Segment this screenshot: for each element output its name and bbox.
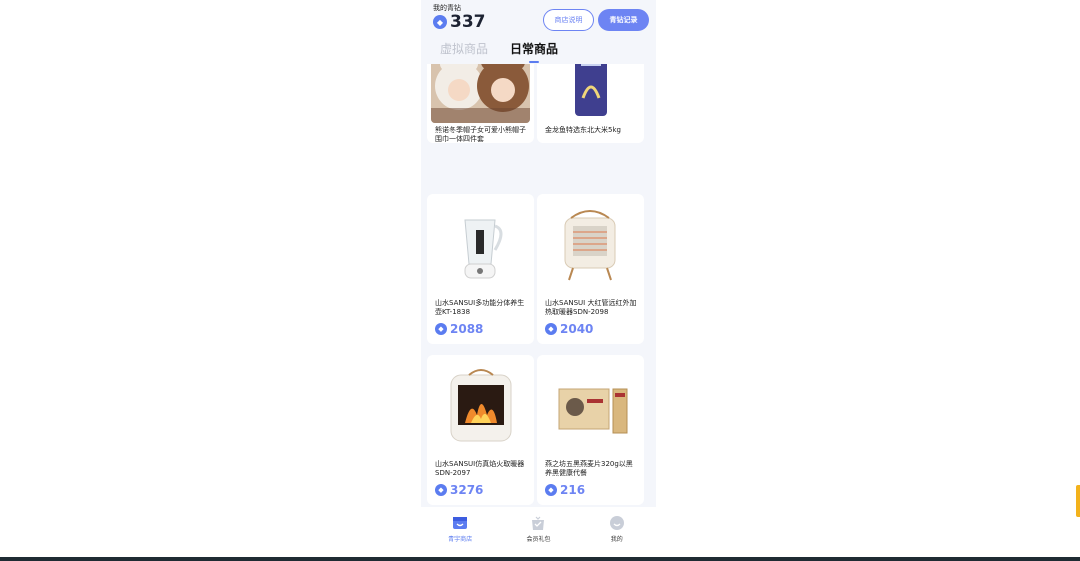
category-tabs: 虚拟商品 日常商品 [440, 40, 558, 63]
profile-icon [609, 516, 624, 530]
product-price: 3276 [450, 483, 484, 497]
tab-store-label: 青宇商店 [448, 536, 473, 543]
product-card[interactable]: 燕之坊五黑燕麦片320g以黑养黑健康代餐 ◆ 216 [537, 355, 644, 505]
product-card[interactable]: 山水SANSUI多功能分体养生壶KT-1838 ◆ 2088 [427, 194, 534, 344]
price-row: ◆ 216 [545, 483, 585, 497]
price-row: ◆ 2088 [435, 322, 483, 336]
diamond-coin-icon: ◆ [435, 323, 447, 335]
tab-gift[interactable]: 会员礼包 [508, 515, 568, 543]
product-name: 燕之坊五黑燕麦片320g以黑养黑健康代餐 [545, 460, 633, 477]
tab-virtual-goods[interactable]: 虚拟商品 [440, 40, 488, 57]
product-name: 金龙鱼特选东北大米5kg [545, 126, 621, 134]
product-price: 2088 [450, 322, 484, 336]
tab-profile-label: 我的 [610, 536, 623, 543]
diamond-coin-icon: ◆ [545, 323, 557, 335]
product-name: 山水SANSUI仿真焰火取暖器 SDN-2097 [435, 460, 525, 477]
diamond-coin-icon: ◆ [435, 484, 447, 496]
product-card[interactable]: 山水SANSUI 大红管远红外加热取暖器SDN-2098 ◆ 2040 [537, 194, 644, 344]
tab-daily-goods[interactable]: 日常商品 [510, 40, 558, 63]
records-button[interactable]: 青钻记录 [598, 9, 649, 31]
oatmeal-box-photo [541, 359, 640, 455]
product-name: 山水SANSUI 大红管远红外加热取暖器SDN-2098 [545, 299, 637, 316]
product-name: 熊诺冬季帽子女可爱小熊帽子围巾一体四件套 [435, 126, 526, 143]
tab-gift-label: 会员礼包 [526, 536, 551, 543]
product-price: 216 [560, 483, 586, 497]
bottom-tab-bar: 青宇商店 会员礼包 我的 [421, 507, 656, 557]
diamond-coin-icon: ◆ [545, 484, 557, 496]
header: 我的青钻 ◆ 337 商店说明 青钻记录 虚拟商品 日常商品 [421, 0, 656, 64]
fireplace-heater-photo [431, 359, 530, 455]
diamond-coin-icon: ◆ [433, 15, 447, 29]
tab-profile[interactable]: 我的 [587, 515, 647, 543]
balance-row: ◆ 337 [433, 12, 486, 32]
phone-screen: 我的青钻 ◆ 337 商店说明 青钻记录 虚拟商品 日常商品 熊诺冬季帽子女可爱… [421, 0, 656, 557]
product-card[interactable]: 山水SANSUI仿真焰火取暖器 SDN-2097 ◆ 3276 [427, 355, 534, 505]
side-float-tab[interactable] [1076, 485, 1080, 517]
product-price: 2040 [560, 322, 594, 336]
gift-icon [532, 516, 545, 530]
store-icon [453, 517, 468, 529]
price-row: ◆ 3276 [435, 483, 483, 497]
balance-value: 337 [450, 12, 486, 32]
bottom-edge-bar [0, 557, 1080, 561]
heater-photo [541, 198, 640, 294]
store-info-button[interactable]: 商店说明 [543, 9, 594, 31]
kettle-photo [431, 198, 530, 294]
tab-store[interactable]: 青宇商店 [430, 515, 490, 543]
price-row: ◆ 2040 [545, 322, 593, 336]
product-name: 山水SANSUI多功能分体养生壶KT-1838 [435, 299, 525, 316]
